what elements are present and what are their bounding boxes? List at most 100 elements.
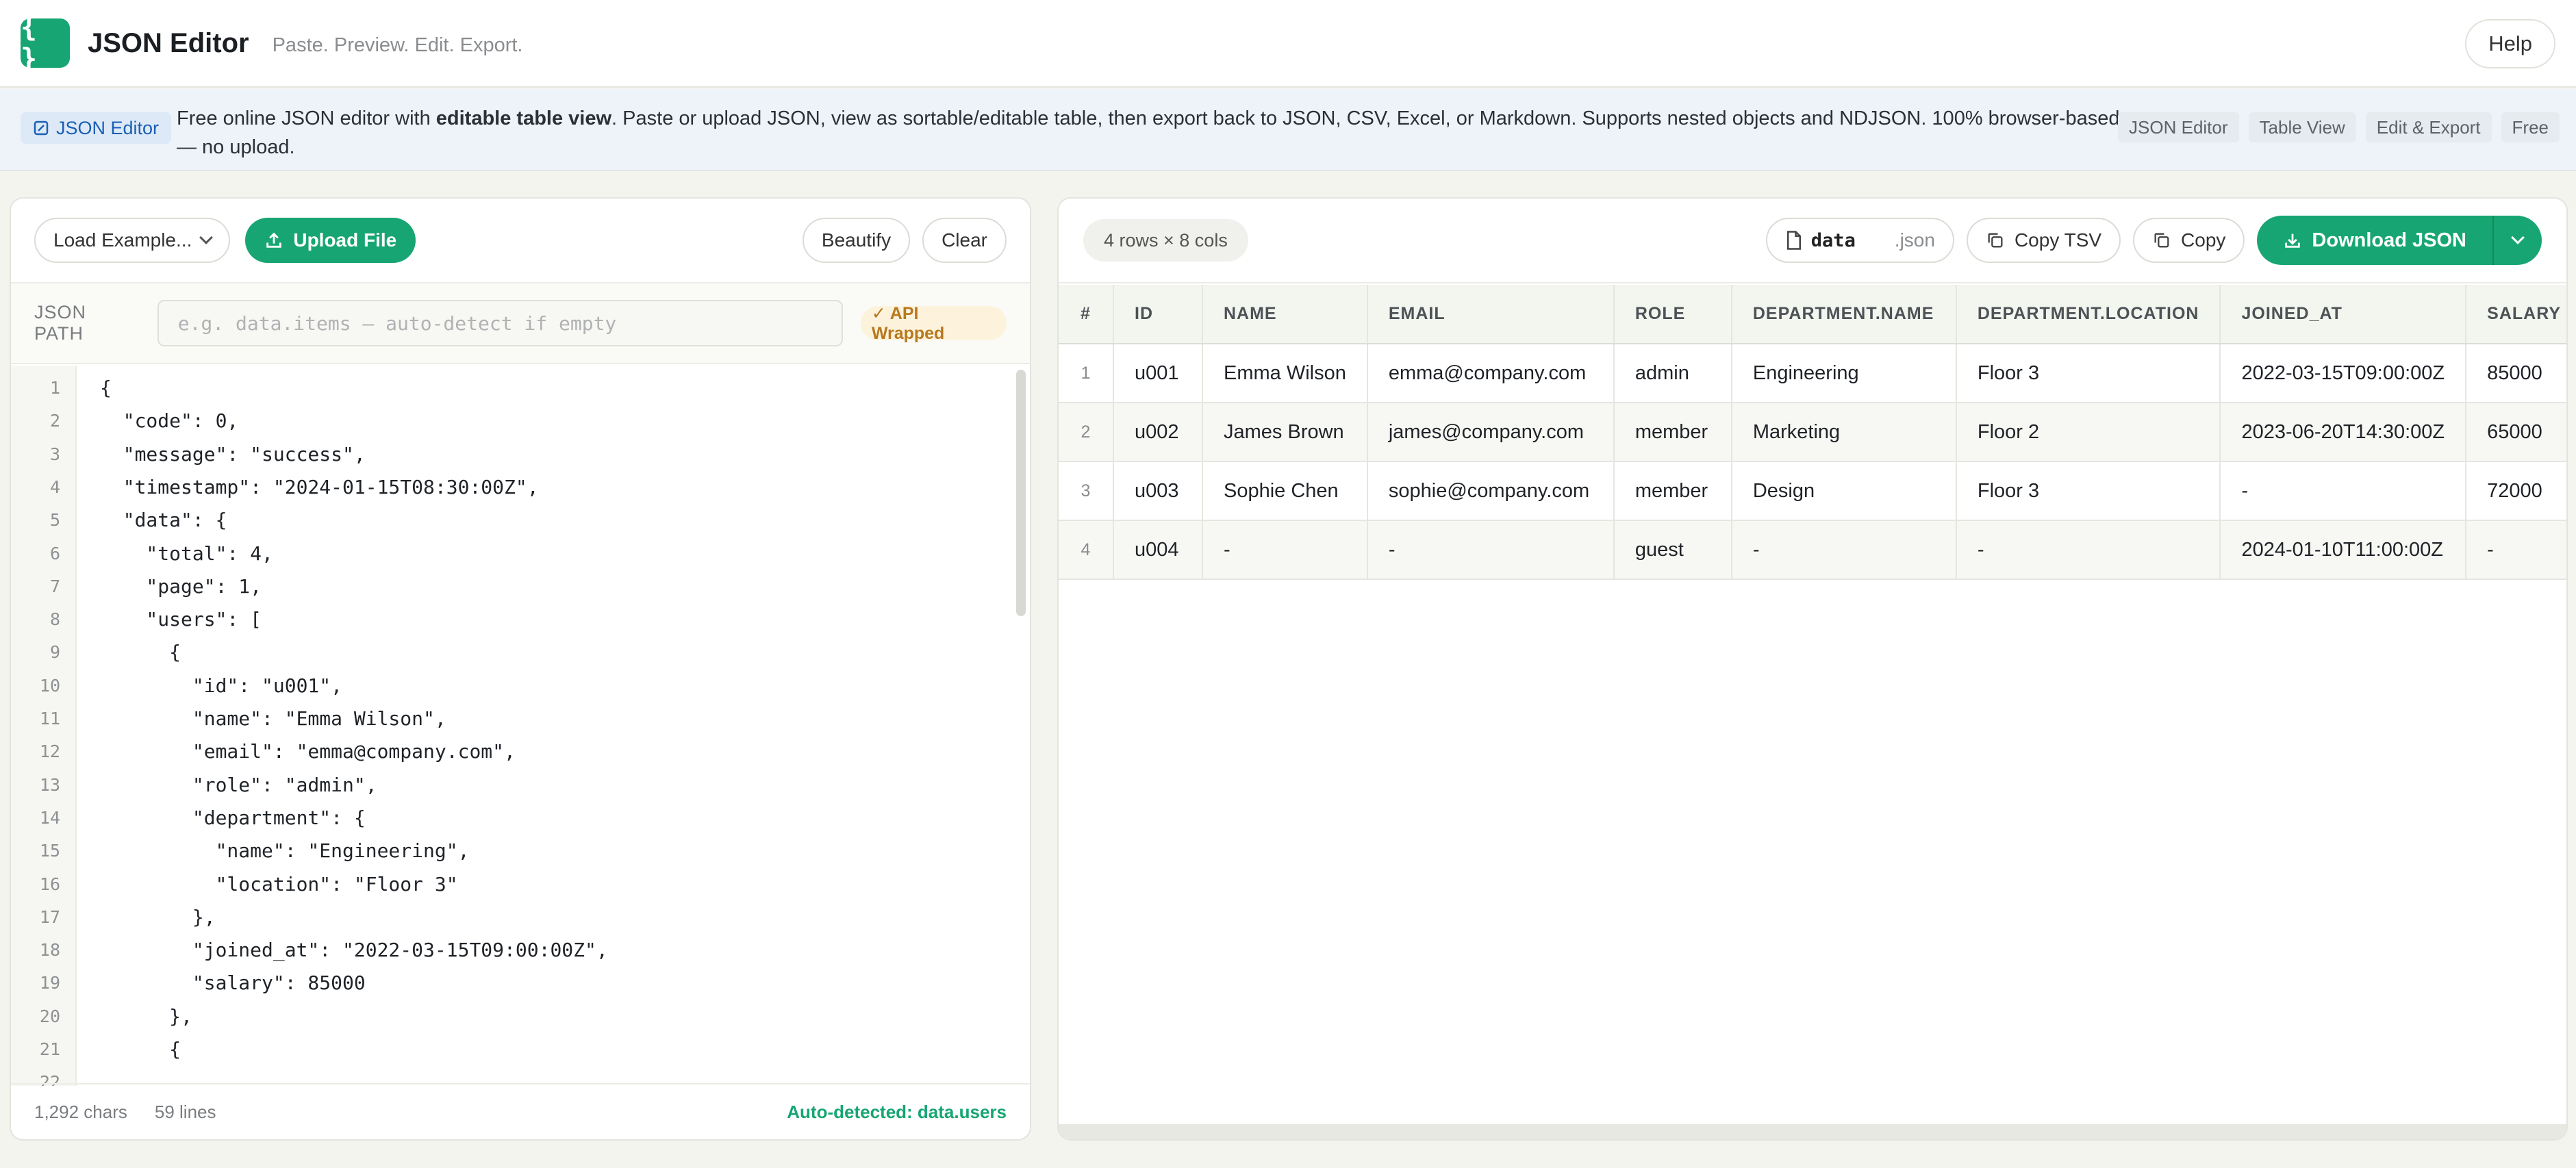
code-line[interactable]: { [100, 641, 181, 663]
code-line[interactable]: "joined_at": "2022-03-15T09:00:00Z", [100, 939, 608, 961]
code-line[interactable]: "location": "Floor 3" [100, 873, 458, 896]
banner-text-bold: editable table view [435, 107, 612, 129]
download-json-button[interactable]: Download JSON [2257, 216, 2492, 265]
code-line[interactable]: "role": "admin", [100, 774, 377, 796]
code-line[interactable]: "email": "emma@company.com", [100, 740, 516, 763]
json-input-panel: Load Example... Upload File Beautify Cle… [10, 197, 1031, 1141]
table-cell[interactable]: Floor 2 [1956, 403, 2221, 462]
table-cell[interactable]: Floor 3 [1956, 344, 2221, 403]
table-header-row: # ID NAME EMAIL ROLE DEPARTMENT.NAME DEPARTMEN… [1059, 285, 2566, 344]
code-line[interactable]: "message": "success", [100, 443, 366, 466]
code-line[interactable]: "salary": 85000 [100, 972, 366, 994]
code-line[interactable]: "users": [ [100, 608, 262, 631]
line-number: 8 [49, 609, 60, 630]
table-cell[interactable]: 85000 [2466, 344, 2566, 403]
upload-file-label: Upload File [293, 229, 397, 251]
banner-description: Free online JSON editor with editable ta… [177, 104, 2135, 162]
table-cell[interactable]: Marketing [1731, 403, 1957, 462]
table-horizontal-scrollbar[interactable] [1059, 1124, 2566, 1139]
column-header[interactable]: SALARY [2466, 285, 2566, 344]
table-cell[interactable]: james@company.com [1367, 403, 1615, 462]
code-line[interactable]: "total": 4, [100, 542, 273, 565]
code-line[interactable]: { [100, 377, 112, 399]
help-button[interactable]: Help [2465, 19, 2555, 68]
table-cell[interactable]: sophie@company.com [1367, 461, 1615, 521]
table-cell[interactable]: 72000 [2466, 461, 2566, 521]
table-cell[interactable]: 2022-03-15T09:00:00Z [2220, 344, 2467, 403]
table-cell[interactable]: - [2466, 520, 2566, 580]
clear-button[interactable]: Clear [922, 218, 1007, 263]
code-line[interactable]: "name": "Engineering", [100, 839, 470, 862]
table-cell[interactable]: 2024-01-10T11:00:00Z [2220, 520, 2467, 580]
line-number: 7 [49, 576, 60, 596]
table-cell[interactable]: Engineering [1731, 344, 1957, 403]
table-cell[interactable]: admin [1613, 344, 1732, 403]
code-line[interactable]: "timestamp": "2024-01-15T08:30:00Z", [100, 476, 539, 498]
json-code-editor[interactable]: 1234567891011121314151617181920212223 { … [11, 366, 1030, 1086]
table-cell[interactable]: emma@company.com [1367, 344, 1615, 403]
column-header[interactable]: JOINED_AT [2220, 285, 2467, 344]
copy-icon [2154, 233, 2169, 248]
table-cell[interactable]: Floor 3 [1956, 461, 2221, 521]
code-line[interactable]: "code": 0, [100, 409, 239, 432]
auto-detected-path: Auto-detected: data.users [787, 1101, 1007, 1122]
upload-file-button[interactable]: Upload File [245, 218, 416, 263]
code-line[interactable]: "id": "u001", [100, 674, 342, 697]
column-header[interactable]: # [1059, 285, 1114, 344]
table-cell[interactable]: 2023-06-20T14:30:00Z [2220, 403, 2467, 462]
code-line[interactable]: }, [100, 1005, 192, 1028]
table-cell[interactable]: - [1202, 520, 1368, 580]
copy-button[interactable]: Copy [2133, 218, 2245, 263]
column-header[interactable]: EMAIL [1367, 285, 1615, 344]
beautify-button[interactable]: Beautify [802, 218, 911, 263]
table-cell[interactable]: - [1367, 520, 1615, 580]
table-cell[interactable]: u003 [1113, 461, 1203, 521]
json-path-input[interactable]: e.g. data.items — auto-detect if empty [157, 300, 843, 346]
copy-tsv-button[interactable]: Copy TSV [1966, 218, 2121, 263]
column-header[interactable]: ID [1113, 285, 1203, 344]
table-cell[interactable]: member [1613, 461, 1732, 521]
table-cell[interactable]: Sophie Chen [1202, 461, 1368, 521]
edit-icon [34, 120, 49, 136]
table-cell[interactable]: James Brown [1202, 403, 1368, 462]
table-cell[interactable]: u001 [1113, 344, 1203, 403]
table-cell[interactable]: - [2220, 461, 2467, 521]
table-cell[interactable]: - [1731, 520, 1957, 580]
row-number: 3 [1059, 461, 1114, 521]
code-line[interactable]: }, [100, 906, 216, 928]
code-line[interactable]: "name": "Emma Wilson", [100, 707, 446, 730]
column-header[interactable]: DEPARTMENT.LOCATION [1956, 285, 2221, 344]
line-number: 2 [49, 411, 60, 431]
table-cell[interactable]: u002 [1113, 403, 1203, 462]
copy-label: Copy [2181, 229, 2226, 251]
table-cell[interactable]: Design [1731, 461, 1957, 521]
table-cell[interactable]: 65000 [2466, 403, 2566, 462]
line-number: 10 [39, 675, 60, 696]
row-number: 1 [1059, 344, 1114, 403]
code-line[interactable]: "department": { [100, 807, 366, 829]
column-header[interactable]: DEPARTMENT.NAME [1731, 285, 1957, 344]
column-header[interactable]: NAME [1202, 285, 1368, 344]
editor-scrollbar[interactable] [1016, 370, 1026, 616]
code-line[interactable]: "data": { [100, 509, 227, 531]
line-number: 18 [39, 940, 60, 961]
table-cell[interactable]: guest [1613, 520, 1732, 580]
table-cell[interactable]: Emma Wilson [1202, 344, 1368, 403]
tag-table-view: Table View [2248, 112, 2356, 142]
line-number: 9 [49, 642, 60, 663]
table-cell[interactable]: u004 [1113, 520, 1203, 580]
tag-free: Free [2501, 112, 2560, 142]
chevron-down-icon [199, 231, 214, 244]
download-format-dropdown[interactable] [2492, 216, 2542, 265]
filename-input[interactable]: data .json [1765, 218, 1954, 263]
load-example-dropdown[interactable]: Load Example... [34, 218, 231, 263]
data-table: # ID NAME EMAIL ROLE DEPARTMENT.NAME DEPARTMEN… [1059, 285, 2566, 580]
table-cell[interactable]: - [1956, 520, 2221, 580]
api-wrapped-badge: ✓ API Wrapped [860, 304, 1007, 343]
code-line[interactable]: { [100, 1038, 181, 1061]
code-line[interactable]: "page": 1, [100, 575, 262, 598]
table-cell[interactable]: member [1613, 403, 1732, 462]
column-header[interactable]: ROLE [1613, 285, 1732, 344]
download-json-label: Download JSON [2312, 229, 2466, 251]
filename-value[interactable]: data [1811, 230, 1886, 251]
